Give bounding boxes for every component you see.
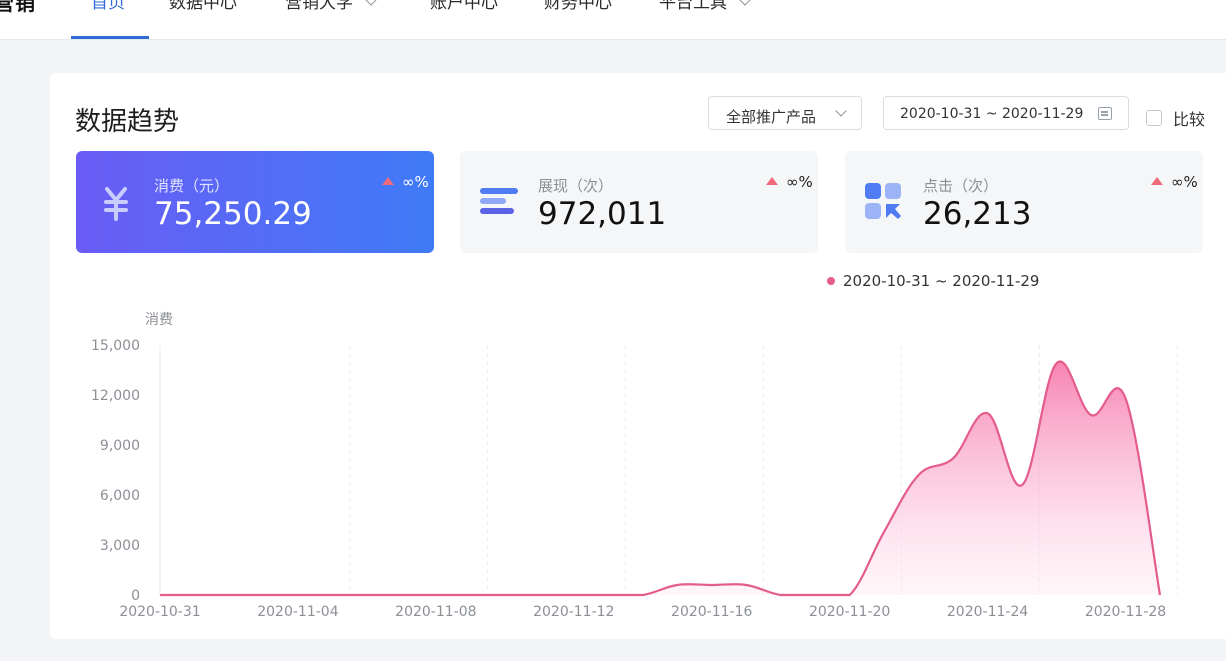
- data-point: [503, 593, 507, 597]
- data-point: [261, 593, 265, 597]
- x-tick-label: 2020-11-24: [947, 604, 1028, 620]
- y-axis-title: 消费: [145, 312, 173, 328]
- data-point: [641, 593, 645, 597]
- data-point: [296, 593, 300, 597]
- data-point: [1158, 593, 1162, 597]
- spend-trend-chart: 2020-10-31 2020-11-04 2020-11-08 2020-11-12…: [91, 312, 1178, 620]
- data-point: [1089, 413, 1093, 417]
- data-point: [434, 593, 438, 597]
- data-point: [158, 593, 162, 597]
- data-point: [468, 593, 472, 597]
- data-point: [986, 411, 990, 415]
- data-point: [399, 593, 403, 597]
- data-point: [917, 473, 921, 477]
- x-tick-label: 2020-11-16: [671, 604, 752, 620]
- x-tick-label: 2020-11-08: [395, 604, 476, 620]
- y-tick-label: 12,000: [91, 388, 140, 404]
- x-tick-label: 2020-11-12: [533, 604, 614, 620]
- data-point: [951, 456, 955, 460]
- x-tick-label: 2020-11-04: [257, 604, 338, 620]
- data-point: [1124, 396, 1128, 400]
- y-tick-label: 9,000: [100, 438, 140, 454]
- data-point: [192, 593, 196, 597]
- data-point: [744, 583, 748, 587]
- data-point: [813, 593, 817, 597]
- data-point: [537, 593, 541, 597]
- y-tick-label: 3,000: [100, 538, 140, 554]
- data-point: [1020, 483, 1024, 487]
- data-point: [606, 593, 610, 597]
- data-point: [675, 583, 679, 587]
- data-point: [710, 583, 714, 587]
- data-point: [882, 530, 886, 534]
- data-point: [330, 593, 334, 597]
- y-tick-label: 15,000: [91, 338, 140, 354]
- data-point: [365, 593, 369, 597]
- x-tick-label: 2020-11-28: [1085, 604, 1166, 620]
- y-tick-label: 6,000: [100, 488, 140, 504]
- data-point: [227, 593, 231, 597]
- series-area: [160, 361, 1160, 595]
- data-point: [572, 593, 576, 597]
- x-tick-label: 2020-10-31: [119, 604, 200, 620]
- x-tick-label: 2020-11-20: [809, 604, 890, 620]
- data-point: [1055, 361, 1059, 365]
- data-point: [779, 593, 783, 597]
- data-point: [848, 593, 852, 597]
- y-tick-label: 0: [131, 588, 140, 604]
